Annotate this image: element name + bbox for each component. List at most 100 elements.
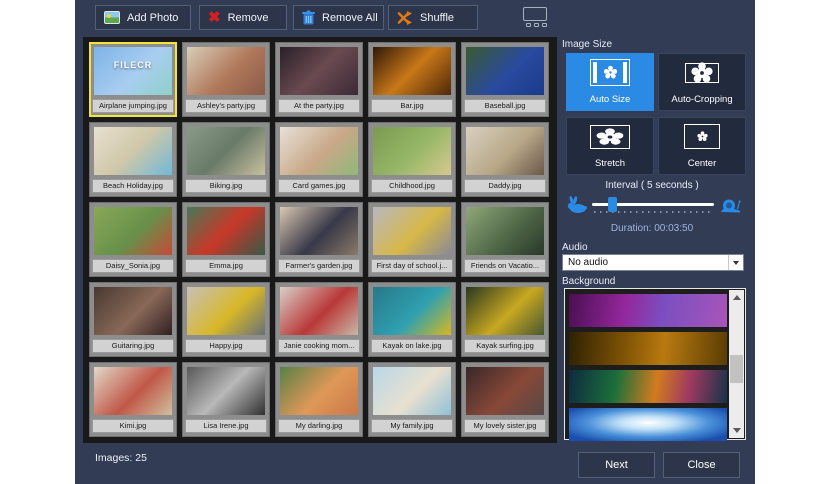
photo-filename: At the party.jpg (278, 99, 360, 113)
photo-thumbnail-cell[interactable]: My family.jpg (368, 362, 456, 437)
photo-image (187, 207, 265, 255)
trash-icon (302, 10, 315, 25)
next-button[interactable]: Next (578, 452, 655, 478)
toolbar: Add Photo ✖ Remove Remove All Shuffle (75, 0, 755, 36)
photo-thumbnail-cell[interactable]: Childhood.jpg (368, 122, 456, 197)
shuffle-label: Shuffle (420, 11, 455, 24)
auto-cropping-icon (659, 54, 745, 91)
photo-image (466, 127, 544, 175)
bokeh-lights-thumbnail[interactable] (569, 370, 727, 403)
auto-size-button[interactable]: Auto Size (566, 53, 654, 111)
photo-thumbnail-cell[interactable]: Lisa Irene.jpg (182, 362, 270, 437)
photo-thumbnail-cell[interactable]: Kimi.jpg (89, 362, 177, 437)
photo-filename: Kimi.jpg (92, 419, 174, 433)
background-scrollbar[interactable] (729, 290, 744, 438)
photo-thumbnail-cell[interactable]: Kayak on lake.jpg (368, 282, 456, 357)
auto-size-icon (567, 54, 653, 91)
photo-image (373, 47, 451, 95)
background-list (569, 294, 727, 441)
photo-thumbnail-cell[interactable]: Daddy.jpg (461, 122, 549, 197)
photo-thumbnail-cell[interactable]: Bar.jpg (368, 42, 456, 117)
photo-thumbnail-cell[interactable]: Farmer's garden.jpg (275, 202, 363, 277)
photo-filename: My family.jpg (371, 419, 453, 433)
audio-label: Audio (562, 242, 588, 253)
photo-icon (104, 11, 120, 24)
remove-all-label: Remove All (322, 11, 378, 24)
photo-image (94, 207, 172, 255)
dropdown-arrow-icon[interactable] (728, 255, 743, 270)
interval-slider[interactable] (592, 194, 714, 218)
auto-cropping-button[interactable]: Auto-Cropping (658, 53, 746, 111)
photo-filename: Lisa Irene.jpg (185, 419, 267, 433)
photo-thumbnail-cell[interactable]: Janie cooking mom... (275, 282, 363, 357)
photo-thumbnail-cell[interactable]: Beach Holiday.jpg (89, 122, 177, 197)
center-label: Center (687, 158, 717, 169)
purple-galaxy-thumbnail[interactable] (569, 294, 727, 327)
photo-image (466, 47, 544, 95)
photo-thumbnail-cell[interactable]: Biking.jpg (182, 122, 270, 197)
photo-thumbnail-cell[interactable]: At the party.jpg (275, 42, 363, 117)
photo-image (373, 367, 451, 415)
photo-filename: Daisy_Sonia.jpg (92, 259, 174, 273)
photo-filename: Guitaring.jpg (92, 339, 174, 353)
sidebar: Image Size Auto Size Auto-Cropping Stret… (560, 37, 750, 443)
slider-thumb[interactable] (607, 197, 617, 212)
photo-image (187, 47, 265, 95)
stretch-icon (567, 118, 653, 155)
photo-image (280, 287, 358, 335)
remove-button[interactable]: ✖ Remove (199, 5, 287, 30)
auto-cropping-label: Auto-Cropping (671, 94, 733, 105)
center-button[interactable]: Center (658, 117, 746, 175)
interval-slider-row (560, 194, 744, 218)
photo-filename: Beach Holiday.jpg (92, 179, 174, 193)
stretch-button[interactable]: Stretch (566, 117, 654, 175)
photo-image (373, 127, 451, 175)
photo-filename: My lovely sister.jpg (464, 419, 546, 433)
photo-thumbnail-cell[interactable]: My lovely sister.jpg (461, 362, 549, 437)
photo-image (373, 287, 451, 335)
next-label: Next (605, 459, 628, 471)
photo-thumbnail-cell[interactable]: Happy.jpg (182, 282, 270, 357)
remove-label: Remove (227, 11, 269, 24)
photo-filename: Friends on Vacatio... (464, 259, 546, 273)
photo-thumbnail-cell[interactable]: Baseball.jpg (461, 42, 549, 117)
add-photo-label: Add Photo (127, 11, 179, 24)
display-mode-icon[interactable] (523, 7, 549, 29)
blue-burst-thumbnail[interactable] (569, 408, 727, 441)
photo-image (466, 287, 544, 335)
photo-filename: Bar.jpg (371, 99, 453, 113)
images-count: Images: 25 (95, 452, 147, 464)
photo-thumbnail-cell[interactable]: First day of school.j... (368, 202, 456, 277)
audio-select[interactable]: No audio (562, 254, 744, 271)
photo-thumbnail-cell[interactable]: Friends on Vacatio... (461, 202, 549, 277)
scroll-down-icon[interactable] (729, 423, 744, 438)
photo-thumbnail-cell[interactable]: My darling.jpg (275, 362, 363, 437)
close-button[interactable]: Close (663, 452, 740, 478)
center-icon (659, 118, 745, 155)
gold-confetti-thumbnail[interactable] (569, 332, 727, 365)
photo-filename: Kayak on lake.jpg (371, 339, 453, 353)
photo-filename: Card games.jpg (278, 179, 360, 193)
photo-thumbnail-cell[interactable]: Card games.jpg (275, 122, 363, 197)
add-photo-button[interactable]: Add Photo (95, 5, 191, 30)
photo-filename: First day of school.j... (371, 259, 453, 273)
audio-selected-value: No audio (568, 257, 609, 268)
photo-grid: FILECR Airplane jumping.jpg Ashley's par… (83, 37, 557, 443)
scrollbar-track[interactable] (729, 305, 744, 423)
scrollbar-thumb[interactable] (730, 354, 743, 383)
photo-filename: Ashley's party.jpg (185, 99, 267, 113)
photo-thumbnail-cell[interactable]: Daisy_Sonia.jpg (89, 202, 177, 277)
rabbit-icon (566, 195, 587, 218)
remove-all-button[interactable]: Remove All (293, 5, 384, 30)
red-x-icon: ✖ (208, 9, 221, 26)
snail-icon (720, 198, 742, 218)
photo-thumbnail-cell[interactable]: Ashley's party.jpg (182, 42, 270, 117)
photo-thumbnail-cell[interactable]: Emma.jpg (182, 202, 270, 277)
photo-filename: Farmer's garden.jpg (278, 259, 360, 273)
photo-thumbnail-cell[interactable]: FILECR Airplane jumping.jpg (89, 42, 177, 117)
shuffle-button[interactable]: Shuffle (388, 5, 478, 30)
photo-thumbnail-cell[interactable]: Kayak surfing.jpg (461, 282, 549, 357)
photo-thumbnail-cell[interactable]: Guitaring.jpg (89, 282, 177, 357)
scroll-up-icon[interactable] (729, 290, 744, 305)
photo-image (280, 207, 358, 255)
